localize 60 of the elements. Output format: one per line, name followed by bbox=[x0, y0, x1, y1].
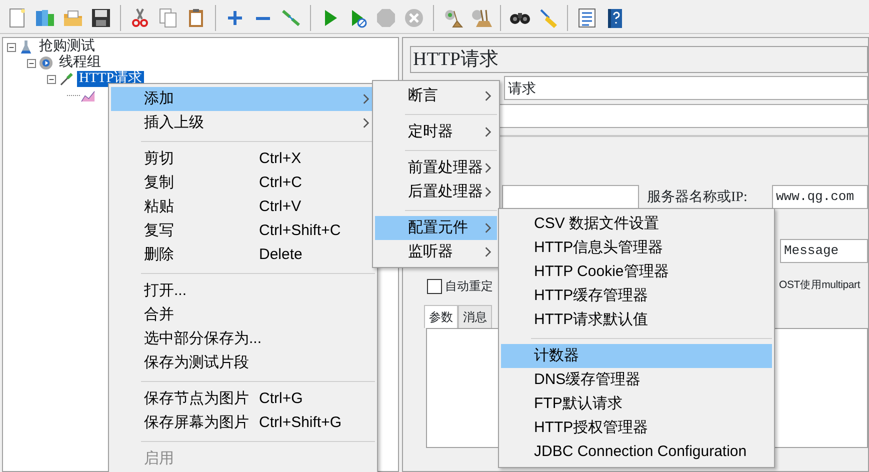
server-field[interactable]: www.qg.com bbox=[772, 185, 868, 209]
path-field[interactable]: Message bbox=[780, 239, 868, 263]
scissors-icon bbox=[129, 7, 151, 29]
menu-item[interactable]: 保存屏幕为图片 Ctrl+Shift+G bbox=[111, 411, 375, 435]
menu-item[interactable]: 后置处理器 bbox=[375, 180, 497, 204]
pipettes-icon bbox=[280, 7, 302, 29]
panel-title: HTTP请求 bbox=[410, 46, 868, 73]
tree-node-label[interactable]: 线程组 bbox=[57, 55, 103, 71]
menu-item[interactable]: 复写 Ctrl+Shift+C bbox=[111, 219, 375, 243]
menu-item[interactable]: 保存为测试片段 bbox=[111, 351, 375, 375]
books-icon bbox=[34, 7, 56, 29]
broom-gear-icon bbox=[442, 7, 464, 29]
tree-node-label[interactable]: 抢购测试 bbox=[37, 39, 97, 55]
menu-item[interactable]: 监听器 bbox=[375, 240, 497, 264]
menu-item[interactable]: DNS缓存管理器 bbox=[501, 368, 772, 392]
list-icon bbox=[576, 7, 598, 29]
server-label: 服务器名称或IP: bbox=[647, 188, 748, 206]
menu-item[interactable]: 保存节点为图片 Ctrl+G bbox=[111, 387, 375, 411]
menu-item[interactable]: HTTP Cookie管理器 bbox=[501, 260, 772, 284]
tree-toggle[interactable] bbox=[47, 74, 56, 84]
tree-toggle[interactable] bbox=[7, 42, 16, 52]
gear-icon bbox=[38, 55, 54, 71]
menu-item[interactable]: 选中部分保存为... bbox=[111, 327, 375, 351]
protocol-field[interactable] bbox=[502, 185, 639, 209]
menu-item[interactable]: 删除 Delete bbox=[111, 243, 375, 267]
menu-item[interactable]: 计数器 bbox=[501, 344, 772, 368]
menu-item[interactable]: HTTP信息头管理器 bbox=[501, 236, 772, 260]
checkbox-label: 自动重定 bbox=[445, 278, 493, 295]
binoculars-icon bbox=[509, 12, 531, 24]
menu-item[interactable]: HTTP缓存管理器 bbox=[501, 284, 772, 308]
copy-icon bbox=[157, 7, 179, 29]
menu-item[interactable]: 前置处理器 bbox=[375, 156, 497, 180]
menu-item[interactable]: 配置元件 bbox=[375, 216, 497, 240]
name-field[interactable]: 请求 bbox=[504, 76, 868, 100]
shutdown-icon bbox=[403, 7, 425, 29]
minus-icon bbox=[255, 16, 271, 20]
multipart-label: OST使用multipart bbox=[779, 278, 860, 294]
comment-field[interactable] bbox=[499, 104, 868, 128]
menu-item[interactable]: JDBC Connection Configuration bbox=[501, 440, 772, 464]
tree-toggle[interactable] bbox=[27, 58, 36, 68]
menu-item[interactable]: 添加 bbox=[111, 87, 375, 111]
flask-icon bbox=[18, 39, 34, 55]
menu-item[interactable]: HTTP授权管理器 bbox=[501, 416, 772, 440]
redirect-checkbox[interactable] bbox=[427, 278, 442, 294]
panel-tab[interactable]: 消息 bbox=[458, 305, 492, 328]
menu-item[interactable]: 合并 bbox=[111, 303, 375, 327]
menu-item[interactable]: 断言 bbox=[375, 84, 497, 108]
menu-item[interactable]: 剪切 Ctrl+X bbox=[111, 147, 375, 171]
brooms-gear-icon bbox=[470, 7, 492, 29]
menu-item[interactable]: 复制 Ctrl+C bbox=[111, 171, 375, 195]
menu-item[interactable]: 打开... bbox=[111, 279, 375, 303]
menu-item[interactable]: FTP默认请求 bbox=[501, 392, 772, 416]
menu-item[interactable]: 插入上级 bbox=[111, 111, 375, 135]
menu-item[interactable]: CSV 数据文件设置 bbox=[501, 212, 772, 236]
stop-sign-icon bbox=[375, 7, 397, 29]
menu-item[interactable]: HTTP请求默认值 bbox=[501, 308, 772, 332]
panel-tab[interactable]: 参数 bbox=[424, 305, 458, 328]
menu-item[interactable]: 粘贴 Ctrl+V bbox=[111, 195, 375, 219]
menu-item[interactable]: 定时器 bbox=[375, 120, 497, 144]
pipette-icon bbox=[58, 71, 74, 87]
